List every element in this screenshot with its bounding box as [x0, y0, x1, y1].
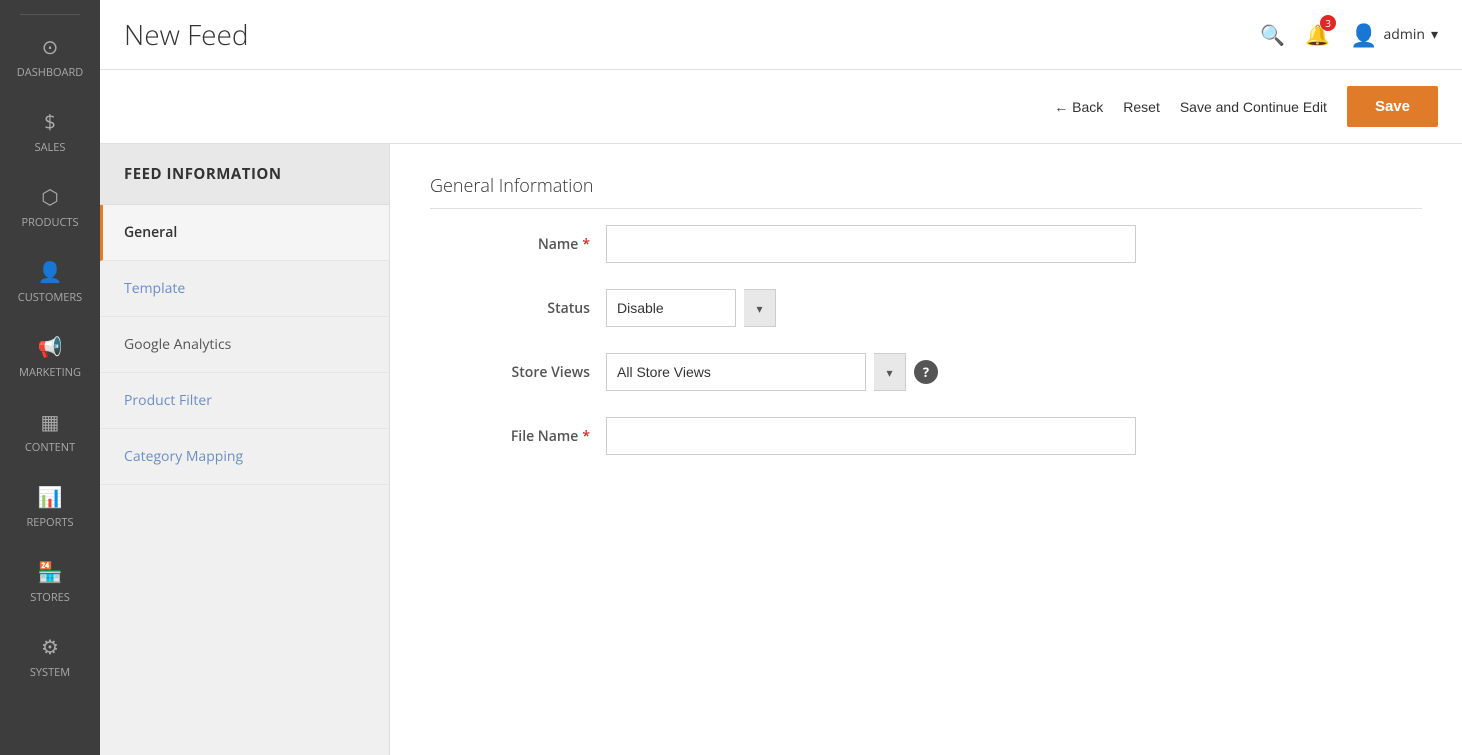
search-icon[interactable]: 🔍: [1260, 21, 1285, 48]
nav-item-product-filter[interactable]: Product Filter: [100, 373, 389, 429]
main-content: New Feed 🔍 🔔 3 👤 admin ▾ ← Back Reset Sa…: [100, 0, 1462, 755]
content-area: FEED INFORMATION General Template Google…: [100, 144, 1462, 755]
store-views-form-row: Store Views All Store Views ▾ ?: [430, 353, 1422, 391]
notification-badge: 3: [1320, 15, 1336, 31]
save-button[interactable]: Save: [1347, 86, 1438, 127]
sidebar-item-stores[interactable]: 🏪 STORES: [0, 544, 100, 619]
admin-username: admin: [1384, 25, 1425, 44]
system-icon: ⚙: [41, 633, 59, 660]
left-panel: FEED INFORMATION General Template Google…: [100, 144, 390, 755]
sidebar-item-label: CUSTOMERS: [18, 290, 82, 305]
file-name-form-row: File Name*: [430, 417, 1422, 455]
admin-avatar-icon: 👤: [1350, 20, 1377, 50]
marketing-icon: 📢: [38, 333, 63, 360]
store-views-select-wrapper: All Store Views ▾ ?: [606, 353, 938, 391]
sidebar: ⊙ DASHBOARD $ SALES ⬡ PRODUCTS 👤 CUSTOME…: [0, 0, 100, 755]
sidebar-divider-top: [20, 14, 80, 15]
reset-button[interactable]: Reset: [1123, 99, 1160, 115]
feed-info-header: FEED INFORMATION: [100, 144, 389, 205]
nav-item-template[interactable]: Template: [100, 261, 389, 317]
status-select-wrapper: Disable Enable ▾: [606, 289, 776, 327]
sidebar-item-products[interactable]: ⬡ PRODUCTS: [0, 169, 100, 244]
sidebar-item-label: PRODUCTS: [22, 215, 79, 230]
status-form-row: Status Disable Enable ▾: [430, 289, 1422, 327]
sidebar-item-dashboard[interactable]: ⊙ DASHBOARD: [0, 19, 100, 94]
nav-item-google-analytics[interactable]: Google Analytics: [100, 317, 389, 373]
nav-item-category-mapping-label: Category Mapping: [124, 447, 243, 466]
nav-item-category-mapping[interactable]: Category Mapping: [100, 429, 389, 485]
sidebar-item-label: DASHBOARD: [17, 65, 83, 80]
save-continue-button[interactable]: Save and Continue Edit: [1180, 99, 1327, 115]
sidebar-item-label: MARKETING: [19, 365, 81, 380]
form-area: General Information Name* Status Disable…: [390, 144, 1462, 755]
nav-item-product-filter-label: Product Filter: [124, 391, 212, 410]
sidebar-item-system[interactable]: ⚙ SYSTEM: [0, 619, 100, 694]
nav-item-google-analytics-label: Google Analytics: [124, 335, 231, 354]
sales-icon: $: [44, 108, 55, 135]
store-views-help-icon[interactable]: ?: [914, 360, 938, 384]
status-select-arrow-icon[interactable]: ▾: [744, 289, 776, 327]
notifications-icon[interactable]: 🔔 3: [1305, 21, 1330, 48]
sidebar-item-label: REPORTS: [27, 515, 74, 530]
sidebar-item-reports[interactable]: 📊 REPORTS: [0, 469, 100, 544]
name-required-star: *: [582, 235, 590, 254]
nav-item-general[interactable]: General: [100, 205, 389, 261]
sidebar-item-customers[interactable]: 👤 CUSTOMERS: [0, 244, 100, 319]
sidebar-item-content[interactable]: ▦ CONTENT: [0, 394, 100, 469]
admin-user-menu[interactable]: 👤 admin ▾: [1350, 20, 1438, 50]
status-select[interactable]: Disable Enable: [606, 289, 736, 327]
file-name-input[interactable]: [606, 417, 1136, 455]
stores-icon: 🏪: [38, 558, 63, 585]
sidebar-item-sales[interactable]: $ SALES: [0, 94, 100, 169]
reports-icon: 📊: [38, 483, 63, 510]
nav-item-general-label: General: [124, 223, 177, 242]
page-title: New Feed: [124, 16, 249, 54]
products-icon: ⬡: [41, 183, 58, 210]
sidebar-item-marketing[interactable]: 📢 MARKETING: [0, 319, 100, 394]
dashboard-icon: ⊙: [42, 33, 59, 60]
header-actions: 🔍 🔔 3 👤 admin ▾: [1260, 20, 1438, 50]
sidebar-item-label: SYSTEM: [30, 665, 70, 680]
action-bar: ← Back Reset Save and Continue Edit Save: [100, 70, 1462, 144]
file-name-required-star: *: [582, 427, 590, 446]
store-views-select[interactable]: All Store Views: [606, 353, 866, 391]
top-header: New Feed 🔍 🔔 3 👤 admin ▾: [100, 0, 1462, 70]
form-section-title: General Information: [430, 174, 1422, 209]
name-input[interactable]: [606, 225, 1136, 263]
name-form-row: Name*: [430, 225, 1422, 263]
back-button[interactable]: ← Back: [1054, 99, 1103, 115]
content-icon: ▦: [41, 408, 60, 435]
sidebar-item-label: SALES: [35, 140, 66, 155]
name-label: Name*: [430, 235, 590, 254]
nav-item-template-label: Template: [124, 279, 185, 298]
store-views-label: Store Views: [430, 363, 590, 382]
sidebar-item-label: CONTENT: [25, 440, 75, 455]
sidebar-item-label: STORES: [30, 590, 70, 605]
file-name-label: File Name*: [430, 427, 590, 446]
status-label: Status: [430, 299, 590, 318]
chevron-down-icon: ▾: [1431, 25, 1438, 44]
customers-icon: 👤: [38, 258, 63, 285]
store-views-select-arrow-icon[interactable]: ▾: [874, 353, 906, 391]
